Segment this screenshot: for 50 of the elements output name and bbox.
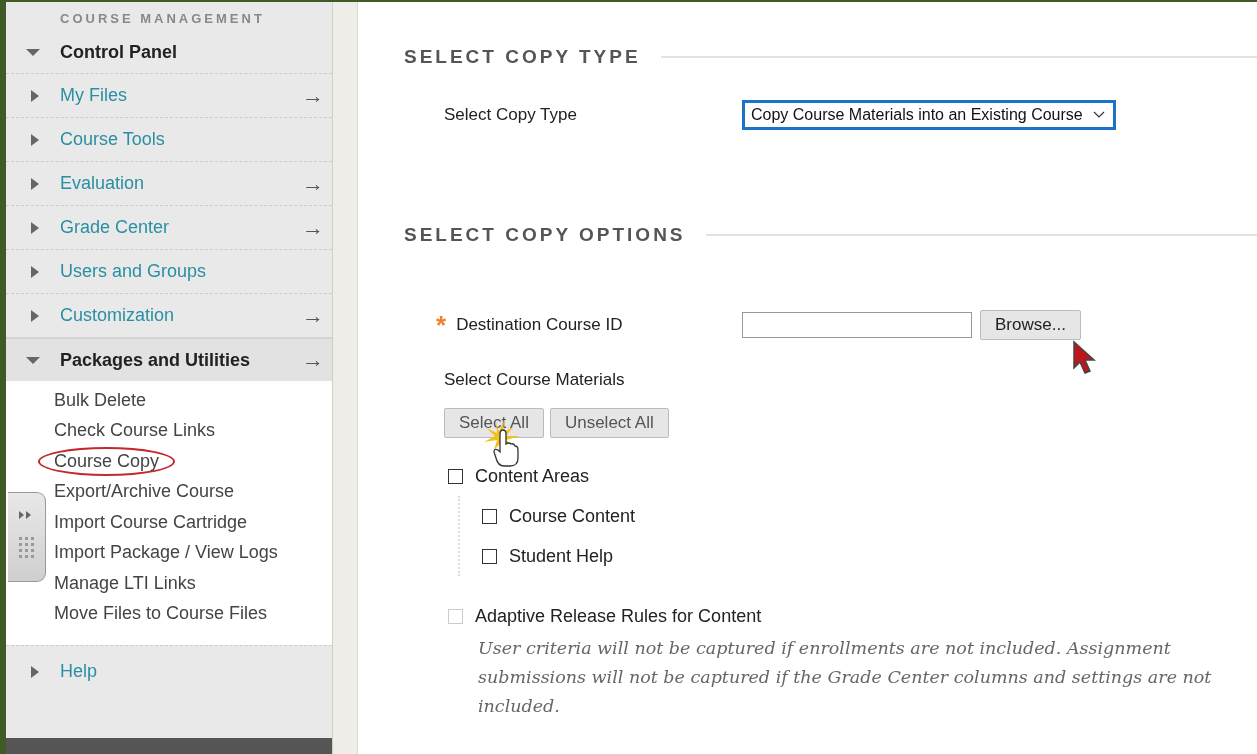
submenu-link[interactable]: Course Copy (38, 446, 176, 476)
required-mark: * (436, 312, 447, 338)
checkbox-label: Course Content (509, 505, 636, 527)
submenu-link[interactable]: Bulk Delete (46, 385, 155, 415)
submenu-link[interactable]: Import Package / View Logs (46, 538, 286, 568)
sidebar-item[interactable]: Grade Center (60, 217, 302, 238)
control-panel-heading[interactable]: Control Panel (60, 41, 324, 63)
checkbox[interactable] (448, 468, 463, 484)
expand-icon[interactable] (31, 177, 39, 190)
submenu-link[interactable]: Move Files to Course Files (46, 599, 276, 629)
field-label: Destination Course ID (456, 315, 623, 335)
expand-icon[interactable] (31, 133, 39, 146)
expand-icon[interactable] (31, 89, 39, 102)
select-toggle-button[interactable]: Select All (444, 408, 544, 438)
course-id-field[interactable] (742, 312, 972, 338)
submenu-link[interactable]: Check Course Links (46, 416, 224, 446)
expand-icon[interactable] (31, 221, 39, 234)
field-label: Select Copy Type (444, 105, 578, 125)
copy-type-dropdown[interactable]: Copy Course Materials into an Existing Course (742, 100, 1116, 130)
expand-icon[interactable] (31, 665, 39, 678)
arrow-link[interactable]: → (302, 302, 324, 329)
sidebar-item[interactable]: Users and Groups (60, 261, 324, 282)
submenu-link[interactable]: Import Course Cartridge (46, 507, 256, 537)
submenu-link[interactable]: Export/Archive Course (46, 477, 243, 507)
mouse-pointer-icon (1072, 340, 1098, 376)
help-note: User criteria will not be captured if enrollments are not included. Assignment submissions will not be captured if the Grade Center columns and settings are not included. (478, 637, 1213, 718)
sidebar-heading: COURSE MANAGEMENT (59, 10, 266, 28)
menu-toggle-handle[interactable] (8, 492, 46, 582)
select-toggle-button[interactable]: Unselect All (549, 408, 669, 438)
checkbox-label: Student Help (509, 545, 614, 567)
checkbox-label: Adaptive Release Rules for Content (475, 605, 762, 627)
sidebar-item[interactable]: Course Tools (60, 129, 324, 150)
expand-icon[interactable] (31, 309, 39, 322)
section-title: SELECT COPY OPTIONS (404, 224, 686, 246)
arrow-link[interactable]: → (302, 170, 324, 197)
section-title: SELECT COPY TYPE (404, 46, 641, 68)
expand-icon[interactable] (31, 265, 39, 278)
checkbox[interactable] (482, 548, 497, 564)
checkbox[interactable] (482, 508, 497, 524)
checkbox-label: Content Areas (475, 465, 590, 487)
expand-icon[interactable] (26, 356, 40, 364)
arrow-link[interactable]: → (302, 347, 324, 373)
expand-icon[interactable] (26, 48, 40, 56)
arrow-link[interactable]: → (302, 214, 324, 241)
submenu-link[interactable]: Manage LTI Links (46, 568, 204, 598)
browse-button[interactable]: Browse... (980, 310, 1081, 340)
arrow-link[interactable]: → (302, 82, 324, 109)
chevron-down-icon (1092, 111, 1105, 119)
sidebar-item[interactable]: Packages and Utilities (60, 349, 302, 371)
field-label: Select Course Materials (443, 370, 626, 390)
